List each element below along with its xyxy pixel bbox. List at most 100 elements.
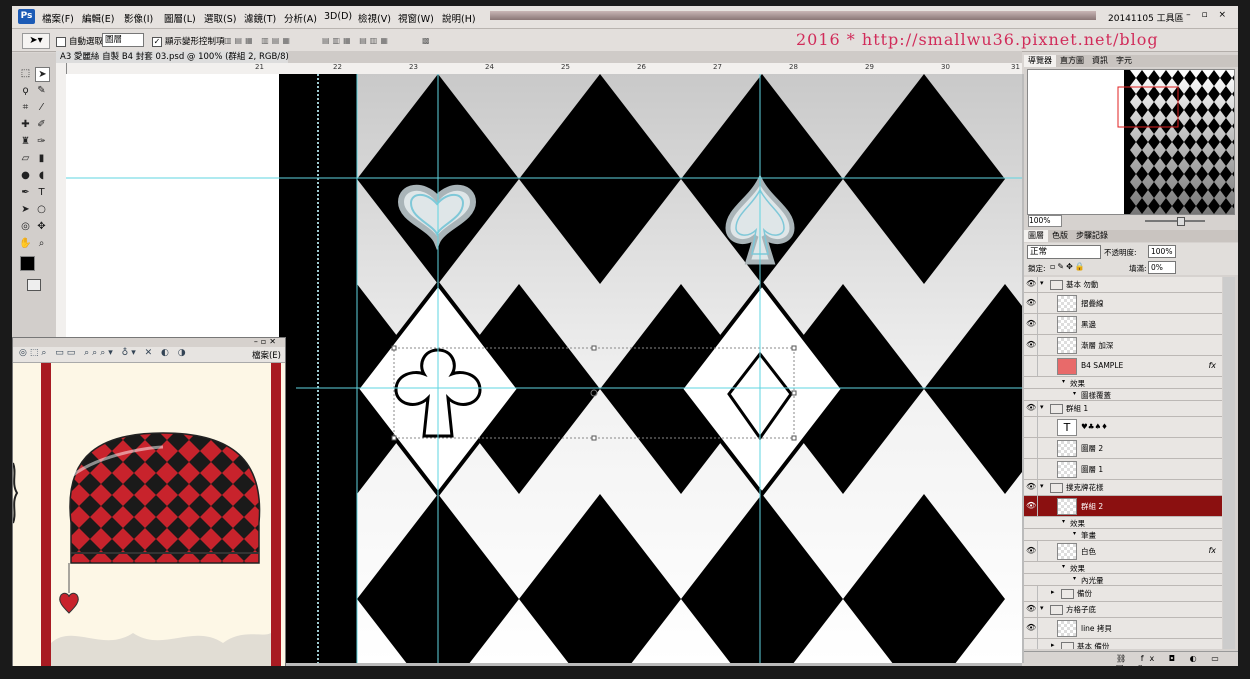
navigator-slider-handle[interactable] (1177, 217, 1185, 226)
3d-camera-icon[interactable]: ✥ (35, 220, 48, 233)
healing-icon[interactable]: ✚ (19, 118, 32, 131)
menu-filter[interactable]: 濾鏡(T) (244, 11, 276, 25)
layer-action-icons[interactable]: ⛓ fx ◘ ◐ ▭ ▤ ▯ (1116, 654, 1238, 666)
effect-expand-icon[interactable]: ▾ (1073, 390, 1076, 397)
menu-select[interactable]: 選取(S) (204, 11, 236, 25)
layer-row[interactable]: 👁 漸層 加深 (1024, 335, 1222, 356)
layer-effect-row[interactable]: 內光暈 ▾ (1024, 574, 1222, 586)
layer-group-row[interactable]: 👁 ▾ 撲克牌花樣 (1024, 480, 1222, 496)
layers-scrollbar[interactable] (1223, 277, 1235, 649)
group-expand-icon[interactable]: ▾ (1040, 403, 1044, 411)
visibility-toggle[interactable] (1024, 335, 1038, 355)
menu-window[interactable]: 視窗(W) (398, 11, 434, 25)
tab-history[interactable]: 步驟記錄 (1072, 230, 1112, 242)
lasso-icon[interactable]: ϙ (19, 84, 32, 97)
visibility-toggle[interactable] (1024, 277, 1038, 292)
float-toolbar-icons[interactable]: ◎⬚⌕ ▭▭ ⌕⌕⌕▾ ♁▾ ✕ ◐ ◑ (19, 348, 189, 358)
layer-row[interactable]: 圖層 1 (1024, 459, 1222, 480)
pen-icon[interactable]: ✒ (19, 186, 32, 199)
fill-field[interactable]: 0% (1148, 261, 1176, 274)
marquee-icon[interactable]: ⬚ (19, 67, 32, 80)
menu-help[interactable]: 說明(H) (442, 11, 476, 25)
visibility-toggle[interactable] (1024, 459, 1038, 479)
layer-row[interactable]: 👁 白色 fx (1024, 541, 1222, 562)
tab-layers[interactable]: 圖層 (1024, 230, 1048, 242)
visibility-toggle[interactable] (1024, 480, 1038, 495)
quick-select-icon[interactable]: ✎ (35, 84, 48, 97)
document-tab[interactable]: A3 愛麗絲 自製 B4 封套 03.psd @ 100% (群組 2, RGB… (56, 51, 296, 63)
visibility-toggle[interactable] (1024, 541, 1038, 561)
float-titlebar[interactable]: –▫✕ (13, 337, 285, 347)
visibility-toggle[interactable] (1024, 356, 1038, 376)
layer-group-row[interactable]: ▸ 基本 備份 (1024, 639, 1222, 649)
crop-icon[interactable]: ⌗ (19, 101, 32, 114)
layer-group-row[interactable]: 👁 ▾ 基本 勿動 (1024, 277, 1222, 293)
menu-view[interactable]: 檢視(V) (358, 11, 391, 25)
history-brush-icon[interactable]: ✑ (35, 135, 48, 148)
layer-row[interactable]: T ♥♣♠♦ (1024, 417, 1222, 438)
path-select-icon[interactable]: ➤ (19, 203, 32, 216)
menu-analysis[interactable]: 分析(A) (284, 11, 317, 25)
layer-effect-row[interactable]: 圖樣覆蓋 ▾ (1024, 389, 1222, 401)
visibility-toggle[interactable] (1024, 586, 1038, 601)
window-controls[interactable]: – ▫ × (1186, 10, 1230, 20)
navigator-preview[interactable] (1027, 69, 1235, 215)
zoom-icon[interactable]: ⌕ (35, 237, 48, 250)
effect-expand-icon[interactable]: ▾ (1073, 575, 1076, 582)
fx-icon[interactable]: fx (1208, 546, 1216, 555)
align-icons[interactable]: ▥▤▦ ▥▤▦ (224, 36, 293, 45)
blend-mode-dropdown[interactable]: 正常 (1027, 245, 1101, 259)
opacity-field[interactable]: 100% (1148, 245, 1176, 258)
visibility-toggle[interactable] (1024, 496, 1038, 516)
3d-rotate-icon[interactable]: ◎ (19, 220, 32, 233)
layer-row[interactable]: 👁 摺疊線 (1024, 293, 1222, 314)
auto-select-checkbox[interactable] (56, 36, 66, 47)
layer-row[interactable]: B4 SAMPLE fx (1024, 356, 1222, 377)
layer-effect-row[interactable]: 效果 ▾ (1024, 517, 1222, 529)
visibility-toggle[interactable] (1024, 602, 1038, 617)
eraser-icon[interactable]: ▱ (19, 152, 32, 165)
menu-file[interactable]: 檔案(F) (42, 11, 74, 25)
auto-select-dropdown[interactable]: 圖層 (102, 33, 144, 47)
stamp-icon[interactable]: ♜ (19, 135, 32, 148)
menu-3d[interactable]: 3D(D) (324, 11, 352, 22)
eyedropper-icon[interactable]: ⁄ (35, 101, 48, 114)
layer-effect-row[interactable]: 筆畫 ▾ (1024, 529, 1222, 541)
navigator-zoom-slider[interactable] (1145, 220, 1205, 222)
dodge-icon[interactable]: ◖ (35, 169, 48, 182)
menu-layer[interactable]: 圖層(L) (164, 11, 196, 25)
auto-align-icon[interactable]: ▩ (422, 36, 433, 45)
gradient-icon[interactable]: ▮ (35, 152, 48, 165)
visibility-toggle[interactable] (1024, 293, 1038, 313)
effect-expand-icon[interactable]: ▾ (1073, 530, 1076, 537)
auto-select-option[interactable]: 自動選取: (56, 35, 106, 47)
tab-character[interactable]: 字元 (1112, 55, 1136, 67)
shape-icon[interactable]: ○ (35, 203, 48, 216)
tab-info[interactable]: 資訊 (1088, 55, 1112, 67)
move-tool-icon[interactable]: ➤ (35, 67, 50, 82)
visibility-toggle[interactable] (1024, 618, 1038, 638)
visibility-toggle[interactable] (1024, 639, 1038, 649)
layer-effect-row[interactable]: 效果 ▾ (1024, 377, 1222, 389)
blur-icon[interactable]: ● (19, 169, 32, 182)
tab-navigator[interactable]: 導覽器 (1024, 55, 1056, 67)
effect-expand-icon[interactable]: ▾ (1062, 378, 1065, 385)
visibility-toggle[interactable] (1024, 417, 1038, 437)
group-expand-icon[interactable]: ▾ (1040, 482, 1044, 490)
layer-row[interactable]: 👁 黑邊 (1024, 314, 1222, 335)
show-transform-checkbox[interactable]: ✓ (152, 36, 162, 47)
hand-icon[interactable]: ✋ (19, 237, 32, 250)
group-expand-icon[interactable]: ▸ (1051, 588, 1055, 596)
layer-group-row[interactable]: ▸ 備份 (1024, 586, 1222, 602)
tab-histogram[interactable]: 直方圖 (1056, 55, 1088, 67)
visibility-toggle[interactable] (1024, 438, 1038, 458)
menu-image[interactable]: 影像(I) (124, 11, 153, 25)
effect-expand-icon[interactable]: ▾ (1062, 518, 1065, 525)
float-window-controls[interactable]: –▫✕ (254, 337, 279, 346)
layer-row[interactable]: 👁 line 拷貝 (1024, 618, 1222, 639)
float-file-menu[interactable]: 檔案(E) (252, 349, 281, 361)
lock-icons[interactable]: ▫✎✥🔒 (1050, 262, 1087, 271)
group-expand-icon[interactable]: ▾ (1040, 279, 1044, 287)
layer-group-row[interactable]: 👁 ▾ 方格子底 (1024, 602, 1222, 618)
layer-effect-row[interactable]: 效果 ▾ (1024, 562, 1222, 574)
